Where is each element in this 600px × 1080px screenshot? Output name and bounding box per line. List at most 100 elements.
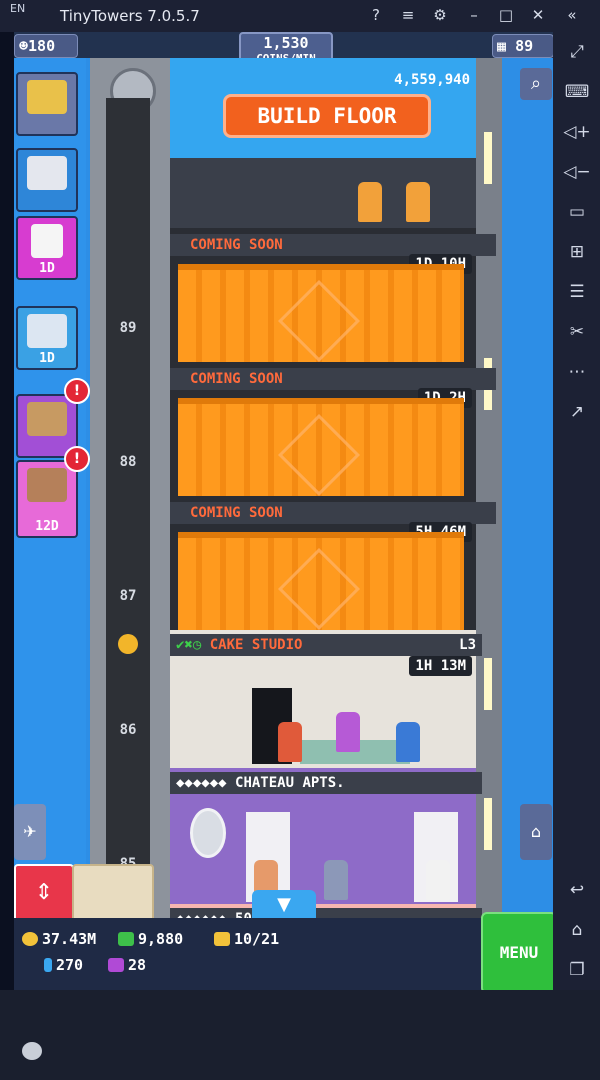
close-icon[interactable]: ✕	[526, 6, 550, 24]
desktop-background	[0, 990, 600, 1080]
menu-button[interactable]: MENU	[481, 912, 553, 990]
search-icon[interactable]: ⌕	[520, 68, 552, 100]
resident-bitizen[interactable]	[426, 860, 450, 900]
construction-sign-icon	[277, 413, 361, 497]
person-icon: ☻	[19, 37, 29, 55]
keyboard-icon[interactable]: ⌨	[562, 78, 592, 106]
construction-floor: 4,559,940 BUILD FLOOR	[170, 58, 476, 228]
home-lobby-icon[interactable]: ⌂	[520, 804, 552, 860]
elevator-track	[106, 98, 150, 950]
menu-icon[interactable]: ≡	[396, 6, 420, 24]
construction-curtain	[178, 264, 464, 368]
volume-down-icon[interactable]: ◁−	[562, 158, 592, 186]
floor-title: COMING SOON	[170, 368, 496, 390]
floor-stars: ◆◆◆◆◆◆	[176, 775, 227, 791]
screen-icon[interactable]: ▭	[562, 198, 592, 226]
floor-title: COMING SOON	[170, 234, 496, 256]
floor-title: ✔✖◷ CAKE STUDIO L3	[170, 634, 482, 656]
vip-icon	[108, 958, 124, 972]
floor-status-icons: ✔✖◷	[176, 637, 202, 653]
collapse-sidebar-icon[interactable]: «	[560, 6, 584, 24]
window-light	[484, 658, 492, 710]
construction-platform	[170, 158, 476, 228]
floor-level: L3	[459, 637, 476, 653]
floor-name: CAKE STUDIO	[209, 637, 303, 653]
inventory-box-icon[interactable]	[72, 864, 154, 922]
avatar-icon	[27, 80, 67, 114]
maximize-icon[interactable]: □	[494, 6, 518, 24]
gems-stat: 270	[44, 956, 83, 974]
recent-apps-icon[interactable]: ❐	[562, 956, 592, 984]
construction-sign-icon	[277, 279, 361, 363]
coming-soon-floor[interactable]: COMING SOON 1D 10H	[170, 228, 496, 368]
window-light	[484, 132, 492, 184]
bux-icon	[118, 932, 134, 946]
notification-badge-quest: !	[64, 378, 90, 404]
floor-timer: 1H 13M	[409, 656, 472, 676]
settings-icon[interactable]: ⚙	[428, 6, 452, 24]
floors-counter[interactable]: ▦ 89	[492, 34, 553, 58]
bank-building-button[interactable]	[16, 148, 78, 212]
character-avatar-button[interactable]	[16, 72, 78, 136]
floor-title: COMING SOON	[170, 502, 496, 524]
title-bar: EN TinyTowers 7.0.5.7 ? ≡ ⚙ – □ ✕ «	[0, 0, 600, 32]
vip-stat: 28	[108, 956, 146, 974]
ticket-icon	[214, 932, 230, 946]
emulator-sidebar: ⤢ ⌨ ◁+ ◁− ▭ ⊞ ☰ ✂ ⋯ ↗ ↩ ⌂ ❐	[553, 32, 600, 990]
expand-icon[interactable]: ⤢	[562, 38, 592, 66]
resident-bitizen[interactable]	[324, 860, 348, 900]
elevator-bitizen-icon[interactable]	[118, 634, 138, 654]
dice-button[interactable]: 1D	[16, 216, 78, 280]
building-icon: ▦	[497, 37, 507, 55]
help-icon[interactable]: ?	[364, 6, 388, 24]
apk-icon[interactable]: ⊞	[562, 238, 592, 266]
worker-bitizen[interactable]	[358, 182, 382, 222]
tower: 4,559,940 BUILD FLOOR COMING SOON 1D 10H…	[170, 58, 496, 950]
cake-studio-floor[interactable]: ✔✖◷ CAKE STUDIO L3 1H 13M	[170, 630, 482, 768]
employee-bitizen[interactable]	[336, 712, 360, 752]
chateau-apts-floor[interactable]: ◆◆◆◆◆◆ CHATEAU APTS.	[170, 768, 482, 904]
desktop-app-icon[interactable]	[22, 1042, 42, 1060]
gem-icon	[44, 958, 52, 972]
task-list-button[interactable]: 1D	[16, 306, 78, 370]
customer-bitizen[interactable]	[396, 722, 420, 762]
minimize-icon[interactable]: –	[462, 6, 486, 24]
elevator-updown-button[interactable]: ⇕	[14, 864, 74, 922]
population-counter[interactable]: ☻180	[14, 34, 78, 58]
floor-title: ◆◆◆◆◆◆ CHATEAU APTS.	[170, 772, 482, 794]
volume-up-icon[interactable]: ◁+	[562, 118, 592, 146]
stats-bar	[14, 918, 553, 990]
home-icon[interactable]: ⌂	[562, 916, 592, 944]
mirror	[190, 808, 226, 858]
elevator-shaft: 89 88 87 86 85	[90, 58, 170, 950]
bux-stat: 9,880	[118, 930, 183, 948]
total-coins: 4,559,940	[394, 72, 470, 88]
floor-name: CHATEAU APTS.	[235, 775, 345, 791]
ice-cream-event-button[interactable]: 12D	[16, 460, 78, 538]
game-viewport: ☻180 1,530 COINS/MIN ▦ 89 1D 1D ! 12D ! …	[14, 32, 553, 990]
floor-number: 89	[119, 320, 137, 336]
layers-icon[interactable]: ☰	[562, 278, 592, 306]
dice-icon	[31, 224, 63, 258]
floor-number: 87	[119, 588, 137, 604]
floor-number: 88	[119, 454, 137, 470]
coming-soon-floor[interactable]: COMING SOON 5H 46M	[170, 496, 496, 636]
language-badge[interactable]: EN	[10, 2, 25, 15]
coming-soon-floor[interactable]: COMING SOON 1D 2H	[170, 362, 496, 502]
share-icon[interactable]: ↗	[562, 398, 592, 426]
customer-bitizen[interactable]	[278, 722, 302, 762]
airplane-icon[interactable]: ✈	[14, 804, 46, 860]
scissors-icon[interactable]: ✂	[562, 318, 592, 346]
coins-stat: 37.43M	[22, 930, 96, 948]
task-list-icon	[27, 314, 67, 348]
more-icon[interactable]: ⋯	[562, 358, 592, 386]
window-title: TinyTowers 7.0.5.7	[60, 7, 200, 25]
ice-cream-icon	[27, 468, 67, 502]
build-floor-button[interactable]: BUILD FLOOR	[223, 94, 431, 138]
back-icon[interactable]: ↩	[562, 876, 592, 904]
worker-bitizen[interactable]	[406, 182, 430, 222]
floor-number: 86	[119, 722, 137, 738]
construction-sign-icon	[277, 547, 361, 631]
construction-curtain	[178, 532, 464, 636]
scroll-down-icon[interactable]: ▼	[252, 890, 316, 920]
